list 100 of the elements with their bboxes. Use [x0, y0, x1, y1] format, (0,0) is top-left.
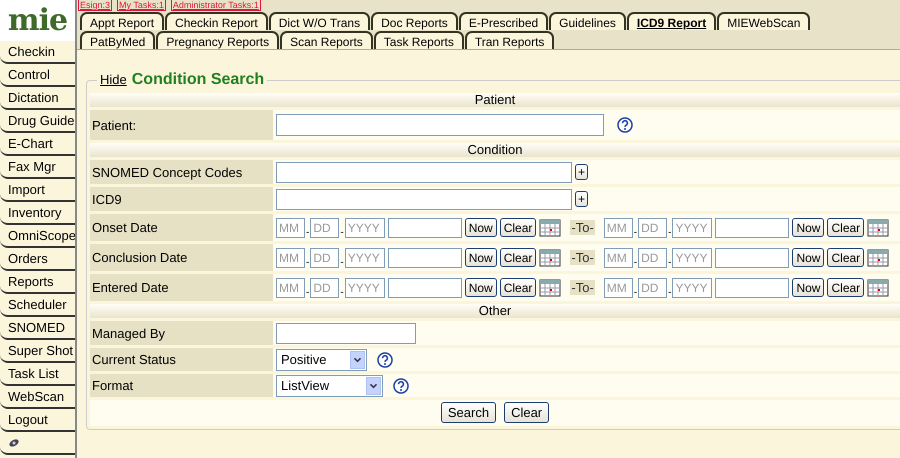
report-tab[interactable]: Tran Reports: [464, 31, 554, 49]
section-header: Other: [90, 304, 900, 318]
task-link[interactable]: Esign:3: [78, 0, 112, 11]
range-separator: -To-: [570, 250, 595, 265]
date-part-field[interactable]: MM: [276, 248, 305, 268]
date-separator: -: [668, 256, 672, 268]
report-tab[interactable]: MIEWebScan: [717, 12, 810, 30]
help-icon[interactable]: [376, 352, 393, 368]
date-separator: -: [634, 256, 638, 268]
time-field[interactable]: [715, 218, 790, 238]
report-tab[interactable]: Task Reports: [374, 31, 464, 49]
clear-button[interactable]: Clear: [827, 248, 864, 267]
date-part-field[interactable]: YYYY: [344, 218, 385, 238]
date-part-field[interactable]: YYYY: [672, 248, 712, 268]
field-label: Conclusion Date: [92, 250, 188, 265]
report-tab[interactable]: Guidelines: [549, 12, 626, 30]
search-button[interactable]: Search: [440, 402, 496, 423]
now-button[interactable]: Now: [792, 278, 824, 297]
field-label: Format: [92, 378, 134, 393]
report-tab[interactable]: Checkin Report: [165, 12, 268, 30]
field-label: Entered Date: [92, 280, 169, 295]
field-label: SNOMED Concept Codes: [92, 164, 242, 180]
date-separator: -: [668, 226, 672, 238]
date-part-field[interactable]: DD: [638, 218, 668, 238]
now-button[interactable]: Now: [464, 278, 497, 297]
now-button[interactable]: Now: [464, 218, 497, 237]
now-button[interactable]: Now: [464, 248, 497, 267]
date-part-field[interactable]: MM: [604, 278, 633, 298]
text-field[interactable]: [276, 322, 416, 344]
date-separator: -: [634, 226, 638, 238]
field-label: Patient:: [92, 118, 136, 132]
date-part-field[interactable]: MM: [276, 218, 305, 238]
date-separator: -: [340, 256, 344, 268]
time-field[interactable]: [388, 278, 462, 298]
date-part-field[interactable]: YYYY: [672, 278, 712, 298]
calendar-icon[interactable]: [539, 248, 562, 266]
date-part-field[interactable]: DD: [638, 278, 668, 298]
panel-title: Condition Search: [132, 71, 264, 89]
hide-link[interactable]: Hide: [100, 72, 127, 87]
field-label: ICD9: [92, 192, 122, 206]
date-part-field[interactable]: MM: [276, 278, 305, 298]
text-field[interactable]: [276, 114, 604, 136]
time-field[interactable]: [388, 218, 462, 238]
report-tab[interactable]: Appt Report: [80, 12, 164, 30]
select-dropdown[interactable]: Positive: [276, 348, 367, 370]
date-part-field[interactable]: YYYY: [672, 218, 712, 238]
add-button[interactable]: +: [575, 191, 588, 207]
date-part-field[interactable]: MM: [604, 218, 633, 238]
range-separator: -To-: [570, 280, 595, 295]
report-tab[interactable]: Dict W/O Trans: [268, 12, 370, 30]
select-dropdown[interactable]: ListView: [276, 374, 383, 396]
date-separator: -: [306, 256, 310, 268]
date-part-field[interactable]: DD: [638, 248, 668, 268]
date-separator: -: [668, 286, 672, 298]
add-button[interactable]: +: [575, 164, 588, 180]
calendar-icon[interactable]: [867, 248, 890, 266]
clear-button[interactable]: Clear: [827, 218, 864, 237]
satellite-icon[interactable]: [8, 438, 20, 448]
date-part-field[interactable]: YYYY: [344, 278, 385, 298]
field-label: Current Status: [92, 352, 176, 367]
date-part-field[interactable]: MM: [604, 248, 633, 268]
range-separator: -To-: [570, 220, 595, 235]
calendar-icon[interactable]: [539, 278, 562, 296]
field-label: Managed By: [92, 326, 165, 340]
clear-button[interactable]: Clear: [827, 278, 864, 297]
time-field[interactable]: [388, 248, 462, 268]
time-field[interactable]: [715, 248, 790, 268]
logo: mie: [0, 0, 75, 41]
report-tab[interactable]: ICD9 Report: [626, 12, 716, 30]
report-tab[interactable]: Doc Reports: [371, 12, 458, 30]
time-field[interactable]: [715, 278, 790, 298]
date-part-field[interactable]: DD: [310, 248, 340, 268]
now-button[interactable]: Now: [792, 218, 824, 237]
calendar-icon[interactable]: [867, 278, 890, 296]
date-separator: -: [340, 226, 344, 238]
clear-button[interactable]: Clear: [500, 248, 536, 267]
date-part-field[interactable]: YYYY: [344, 248, 385, 268]
report-tab[interactable]: E-Prescribed: [458, 12, 548, 30]
date-separator: -: [306, 226, 310, 238]
text-field[interactable]: [276, 188, 572, 210]
task-link[interactable]: My Tasks:1: [117, 0, 166, 11]
clear-button[interactable]: Clear: [504, 402, 550, 423]
calendar-icon[interactable]: [539, 218, 562, 236]
report-tab[interactable]: Pregnancy Reports: [156, 31, 280, 49]
clear-button[interactable]: Clear: [500, 218, 536, 237]
date-separator: -: [634, 286, 638, 298]
date-part-field[interactable]: DD: [310, 278, 340, 298]
help-icon[interactable]: [617, 117, 634, 133]
help-icon[interactable]: [392, 378, 409, 394]
now-button[interactable]: Now: [792, 248, 824, 267]
section-header: Patient: [90, 93, 900, 107]
clear-button[interactable]: Clear: [500, 278, 536, 297]
text-field[interactable]: [276, 162, 572, 182]
date-separator: -: [306, 286, 310, 298]
report-tab[interactable]: Scan Reports: [280, 31, 373, 49]
report-tab[interactable]: PatByMed: [80, 31, 156, 49]
date-separator: -: [340, 286, 344, 298]
task-link[interactable]: Administrator Tasks:1: [170, 0, 261, 11]
date-part-field[interactable]: DD: [310, 218, 340, 238]
calendar-icon[interactable]: [867, 218, 890, 236]
